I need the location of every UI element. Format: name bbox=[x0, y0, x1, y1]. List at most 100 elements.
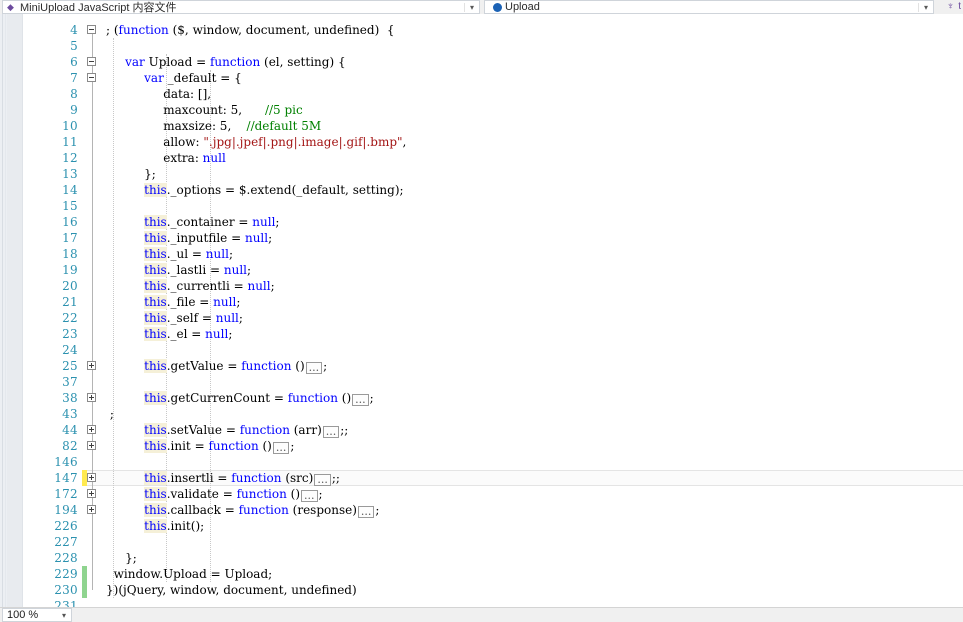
code-line[interactable]: 11 allow: ".jpg|.jpef|.png|.image|.gif|.… bbox=[0, 134, 963, 150]
member-dropdown[interactable]: Upload ▾ bbox=[484, 0, 934, 14]
line-code-text[interactable]: this._lastli = null; bbox=[106, 262, 251, 278]
chevron-down-icon[interactable]: ▾ bbox=[57, 611, 71, 620]
code-line[interactable]: 8 data: [], bbox=[0, 86, 963, 102]
line-code-text[interactable]: ; (function ($, window, document, undefi… bbox=[106, 22, 395, 38]
line-code-text[interactable]: this._container = null; bbox=[106, 214, 279, 230]
collapsed-region-box[interactable]: ... bbox=[301, 490, 318, 502]
code-line[interactable]: 146 bbox=[0, 454, 963, 470]
line-code-text[interactable]: this._file = null; bbox=[106, 294, 240, 310]
line-code-text[interactable]: allow: ".jpg|.jpef|.png|.image|.gif|.bmp… bbox=[106, 134, 406, 150]
code-line[interactable]: 226 this.init(); bbox=[0, 518, 963, 534]
code-line[interactable]: 21 this._file = null; bbox=[0, 294, 963, 310]
line-code-text[interactable]: this.getCurrenCount = function ()...; bbox=[106, 390, 374, 406]
code-line[interactable]: 9 maxcount: 5, //5 pic bbox=[0, 102, 963, 118]
line-code-text[interactable]: this._ul = null; bbox=[106, 246, 233, 262]
code-line[interactable]: 4 ; (function ($, window, document, undef… bbox=[0, 22, 963, 38]
code-line[interactable]: 231 bbox=[0, 598, 963, 607]
line-code-text[interactable]: extra: null bbox=[106, 150, 226, 166]
code-line[interactable]: 12 extra: null bbox=[0, 150, 963, 166]
chevron-down-icon[interactable]: ▾ bbox=[464, 2, 479, 12]
line-number: 20 bbox=[62, 279, 78, 293]
text-cursor-icon[interactable]: t bbox=[958, 1, 961, 13]
line-code-text[interactable]: this.init = function ()...; bbox=[106, 438, 294, 454]
collapsed-region-box[interactable]: ... bbox=[314, 474, 331, 486]
line-code-text[interactable]: maxcount: 5, //5 pic bbox=[106, 102, 303, 118]
member-dot-icon bbox=[493, 2, 502, 12]
line-number: 229 bbox=[54, 567, 78, 581]
collapsed-region-box[interactable]: ... bbox=[357, 506, 375, 518]
code-line[interactable]: 37 bbox=[0, 374, 963, 390]
zoom-level-dropdown[interactable]: 100 % ▾ bbox=[2, 608, 72, 622]
document-type-dropdown[interactable]: ◆ MiniUpload JavaScript 内容文件 ▾ bbox=[2, 0, 480, 14]
line-code-text[interactable]: var _default = { bbox=[106, 70, 242, 86]
line-number: 12 bbox=[62, 151, 78, 165]
code-line[interactable]: 10 maxsize: 5, //default 5M bbox=[0, 118, 963, 134]
code-line[interactable]: 13 }; bbox=[0, 166, 963, 182]
code-line[interactable]: 38 this.getCurrenCount = function ()...; bbox=[0, 390, 963, 406]
line-code-text[interactable]: window.Upload = Upload; bbox=[106, 566, 273, 582]
code-line[interactable]: 147 this.insertli = function (src)...;; bbox=[0, 470, 963, 486]
line-number: 23 bbox=[62, 327, 78, 341]
line-number: 231 bbox=[54, 599, 78, 607]
code-line[interactable]: 5 bbox=[0, 38, 963, 54]
line-code-text[interactable]: this._options = $.extend(_default, setti… bbox=[106, 182, 404, 198]
chevron-down-icon[interactable]: ▾ bbox=[918, 2, 933, 12]
code-line[interactable]: 17 this._inputfile = null; bbox=[0, 230, 963, 246]
code-line[interactable]: 194 this.callback = function (response).… bbox=[0, 502, 963, 518]
line-number: 82 bbox=[62, 439, 78, 453]
line-number: 147 bbox=[54, 471, 78, 485]
line-code-text[interactable]: this.setValue = function (arr)...;; bbox=[106, 422, 348, 438]
line-code-text[interactable]: this.validate = function ()...; bbox=[106, 486, 323, 502]
member-label: Upload bbox=[505, 1, 540, 13]
line-code-text[interactable]: this._self = null; bbox=[106, 310, 243, 326]
collapsed-region-box[interactable]: ... bbox=[322, 426, 340, 438]
line-code-text[interactable]: data: [], bbox=[106, 86, 211, 102]
code-line[interactable]: 15 bbox=[0, 198, 963, 214]
code-line[interactable]: 82 this.init = function ()...; bbox=[0, 438, 963, 454]
line-number: 13 bbox=[62, 167, 78, 181]
code-line[interactable]: 228 }; bbox=[0, 550, 963, 566]
line-code-text[interactable]: this._currentli = null; bbox=[106, 278, 275, 294]
code-line[interactable]: 229 window.Upload = Upload; bbox=[0, 566, 963, 582]
line-number: 226 bbox=[54, 519, 78, 533]
code-line[interactable]: 20 this._currentli = null; bbox=[0, 278, 963, 294]
code-line[interactable]: 6 var Upload = function (el, setting) { bbox=[0, 54, 963, 70]
line-number: 11 bbox=[62, 135, 78, 149]
line-code-text[interactable]: this.init(); bbox=[106, 518, 204, 534]
code-editor-surface[interactable]: 4 ; (function ($, window, document, undef… bbox=[0, 14, 963, 607]
code-line[interactable]: 23 this._el = null; bbox=[0, 326, 963, 342]
line-code-text[interactable]: })(jQuery, window, document, undefined) bbox=[106, 582, 357, 598]
shield-icon[interactable]: ♆ bbox=[947, 1, 955, 13]
line-code-text[interactable]: this._el = null; bbox=[106, 326, 232, 342]
code-line[interactable]: 24 bbox=[0, 342, 963, 358]
code-line[interactable]: 14 this._options = $.extend(_default, se… bbox=[0, 182, 963, 198]
collapsed-region-box[interactable]: ... bbox=[272, 442, 290, 454]
code-line[interactable]: 43 ; bbox=[0, 406, 963, 422]
line-code-text[interactable]: ; bbox=[106, 406, 114, 422]
line-number: 24 bbox=[62, 343, 78, 357]
line-number: 44 bbox=[62, 423, 78, 437]
line-code-text[interactable]: this.callback = function (response)...; bbox=[106, 502, 379, 518]
code-line[interactable]: 7 var _default = { bbox=[0, 70, 963, 86]
line-code-text[interactable]: this._inputfile = null; bbox=[106, 230, 272, 246]
code-line[interactable]: 25 this.getValue = function ()...; bbox=[0, 358, 963, 374]
line-number: 6 bbox=[70, 55, 78, 69]
code-line[interactable]: 230})(jQuery, window, document, undefine… bbox=[0, 582, 963, 598]
code-line[interactable]: 22 this._self = null; bbox=[0, 310, 963, 326]
line-code-text[interactable]: }; bbox=[106, 166, 156, 182]
line-number: 19 bbox=[62, 263, 78, 277]
collapsed-region-box[interactable]: ... bbox=[305, 362, 323, 374]
line-code-text[interactable]: this.insertli = function (src)...;; bbox=[106, 470, 340, 486]
line-code-text[interactable]: this.getValue = function ()...; bbox=[106, 358, 327, 374]
code-line[interactable]: 18 this._ul = null; bbox=[0, 246, 963, 262]
code-line[interactable]: 227 bbox=[0, 534, 963, 550]
code-line[interactable]: 172 this.validate = function ()...; bbox=[0, 486, 963, 502]
line-code-text[interactable]: }; bbox=[106, 550, 137, 566]
collapsed-region-box[interactable]: ... bbox=[352, 394, 369, 406]
line-code-text[interactable]: var Upload = function (el, setting) { bbox=[106, 54, 346, 70]
line-number: 37 bbox=[62, 375, 78, 389]
code-line[interactable]: 19 this._lastli = null; bbox=[0, 262, 963, 278]
code-line[interactable]: 44 this.setValue = function (arr)...;; bbox=[0, 422, 963, 438]
line-code-text[interactable]: maxsize: 5, //default 5M bbox=[106, 118, 321, 134]
code-line[interactable]: 16 this._container = null; bbox=[0, 214, 963, 230]
